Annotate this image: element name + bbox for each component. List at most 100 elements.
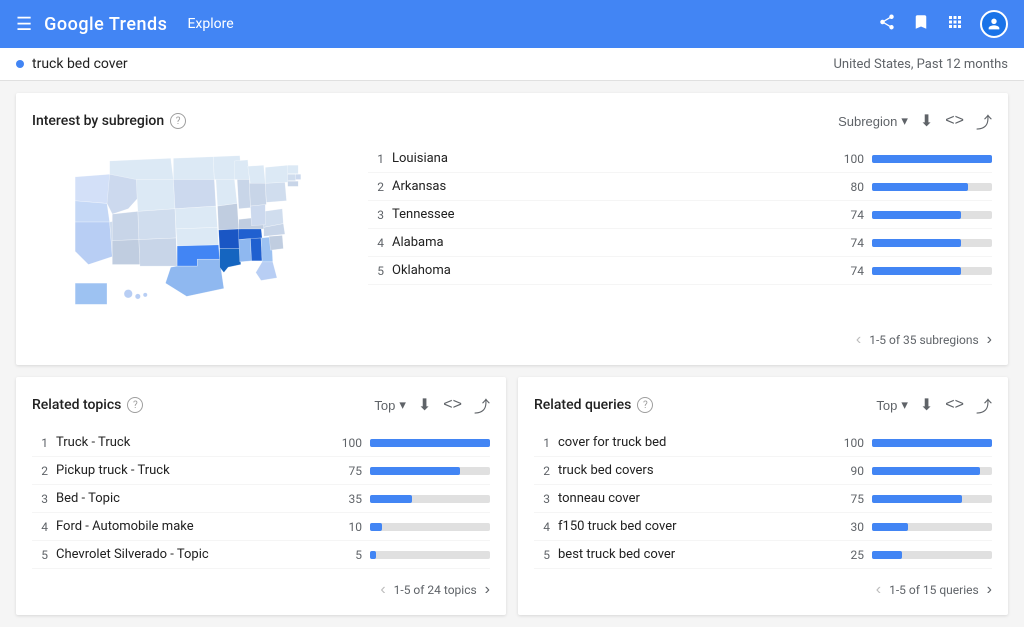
us-map	[32, 145, 352, 319]
subregion-dropdown[interactable]: Subregion ▾	[838, 113, 908, 129]
bar-fill	[872, 239, 961, 247]
rank-label: 4	[534, 520, 550, 534]
item-value: 100	[334, 436, 362, 450]
topics-data-list: 1 Truck - Truck 100 2 Pickup truck - Tru…	[32, 429, 490, 569]
list-item: 5 Chevrolet Silverado - Topic 5	[32, 541, 490, 569]
apps-icon[interactable]	[946, 13, 964, 36]
item-value: 74	[836, 208, 864, 222]
bar-fill	[872, 183, 968, 191]
item-label: Chevrolet Silverado - Topic	[56, 547, 326, 562]
subregion-share-button[interactable]: ⤴	[976, 109, 992, 133]
rank-label: 2	[534, 464, 550, 478]
bar-fill	[872, 495, 962, 503]
queries-embed-button[interactable]: <>	[945, 396, 964, 414]
queries-next-button[interactable]: ›	[987, 581, 992, 599]
topics-embed-button[interactable]: <>	[443, 396, 462, 414]
menu-icon[interactable]: ☰	[16, 14, 32, 35]
queries-title: Related queries	[534, 397, 631, 413]
subregion-title: Interest by subregion	[32, 113, 164, 129]
chevron-down-icon: ▾	[901, 113, 908, 129]
item-label: Ford - Automobile make	[56, 519, 326, 534]
subregion-next-button[interactable]: ›	[987, 331, 992, 349]
list-item: 2 truck bed covers 90	[534, 457, 992, 485]
topics-controls: Top ▾ ⬇ <> ⤴	[374, 393, 490, 417]
subregion-title-area: Interest by subregion ?	[32, 113, 186, 129]
queries-help-icon[interactable]: ?	[637, 397, 653, 413]
list-item: 3 tonneau cover 75	[534, 485, 992, 513]
bar-container	[370, 551, 490, 559]
topics-chevron-icon: ▾	[399, 397, 406, 413]
rank-label: 5	[32, 548, 48, 562]
bar-container	[370, 439, 490, 447]
subregion-download-button[interactable]: ⬇	[920, 111, 933, 131]
rank-label: 2	[368, 180, 384, 194]
list-item: 2 Pickup truck - Truck 75	[32, 457, 490, 485]
related-queries-panel: Related queries ? Top ▾ ⬇ <> ⤴ 1 cover f…	[518, 377, 1008, 615]
item-value: 80	[836, 180, 864, 194]
queries-data-list: 1 cover for truck bed 100 2 truck bed co…	[534, 429, 992, 569]
item-value: 74	[836, 264, 864, 278]
subregion-embed-button[interactable]: <>	[945, 112, 964, 130]
queries-download-button[interactable]: ⬇	[920, 395, 933, 415]
search-dot	[16, 60, 24, 68]
topics-next-button[interactable]: ›	[485, 581, 490, 599]
topics-help-icon[interactable]: ?	[127, 397, 143, 413]
list-item: 3 Tennessee 74	[368, 201, 992, 229]
bar-container	[370, 467, 490, 475]
subregion-pagination: ‹ 1-5 of 35 subregions ›	[32, 319, 992, 349]
bookmark-icon[interactable]	[912, 13, 930, 36]
subregion-card: Interest by subregion ? Subregion ▾ ⬇ <>…	[16, 93, 1008, 365]
item-value: 74	[836, 236, 864, 250]
rank-label: 3	[32, 492, 48, 506]
item-label: Tennessee	[392, 207, 828, 222]
queries-dropdown[interactable]: Top ▾	[876, 397, 908, 413]
queries-title-area: Related queries ?	[534, 397, 653, 413]
bottom-panels: Related topics ? Top ▾ ⬇ <> ⤴ 1 Truck - …	[16, 377, 1008, 615]
bar-container	[872, 183, 992, 191]
bar-fill	[370, 439, 490, 447]
item-label: Louisiana	[392, 151, 828, 166]
item-label: Alabama	[392, 235, 828, 250]
bar-fill	[370, 551, 376, 559]
search-term-label: truck bed cover	[32, 56, 128, 72]
bar-fill	[872, 439, 992, 447]
bar-fill	[370, 523, 382, 531]
bar-container	[872, 239, 992, 247]
list-item: 3 Bed - Topic 35	[32, 485, 490, 513]
rank-label: 1	[534, 436, 550, 450]
queries-card-header: Related queries ? Top ▾ ⬇ <> ⤴	[534, 393, 992, 417]
item-value: 90	[836, 464, 864, 478]
bar-container	[370, 495, 490, 503]
bar-fill	[872, 467, 980, 475]
queries-prev-button[interactable]: ‹	[876, 581, 881, 599]
subregion-data-list: 1 Louisiana 100 2 Arkansas 80 3 Tennesse…	[368, 145, 992, 319]
queries-pagination: ‹ 1-5 of 15 queries ›	[534, 569, 992, 599]
item-label: best truck bed cover	[558, 547, 828, 562]
account-avatar[interactable]	[980, 10, 1008, 38]
topics-title: Related topics	[32, 397, 121, 413]
share-icon[interactable]	[878, 13, 896, 36]
topics-download-button[interactable]: ⬇	[418, 395, 431, 415]
rank-label: 3	[534, 492, 550, 506]
rank-label: 4	[368, 236, 384, 250]
topics-dropdown[interactable]: Top ▾	[374, 397, 406, 413]
subregion-prev-button[interactable]: ‹	[856, 331, 861, 349]
topics-page-info: 1-5 of 24 topics	[394, 583, 477, 597]
item-value: 35	[334, 492, 362, 506]
queries-controls: Top ▾ ⬇ <> ⤴	[876, 393, 992, 417]
topics-share-button[interactable]: ⤴	[474, 393, 490, 417]
subregion-controls: Subregion ▾ ⬇ <> ⤴	[838, 109, 992, 133]
subregion-help-icon[interactable]: ?	[170, 113, 186, 129]
topics-prev-button[interactable]: ‹	[380, 581, 385, 599]
item-value: 10	[334, 520, 362, 534]
search-location: United States, Past 12 months	[834, 57, 1009, 72]
rank-label: 1	[32, 436, 48, 450]
list-item: 4 Ford - Automobile make 10	[32, 513, 490, 541]
bar-container	[872, 523, 992, 531]
queries-chevron-icon: ▾	[901, 397, 908, 413]
explore-label: Explore	[187, 16, 233, 32]
search-bar: truck bed cover United States, Past 12 m…	[0, 48, 1024, 81]
bar-container	[872, 267, 992, 275]
queries-share-button[interactable]: ⤴	[976, 393, 992, 417]
list-item: 4 f150 truck bed cover 30	[534, 513, 992, 541]
